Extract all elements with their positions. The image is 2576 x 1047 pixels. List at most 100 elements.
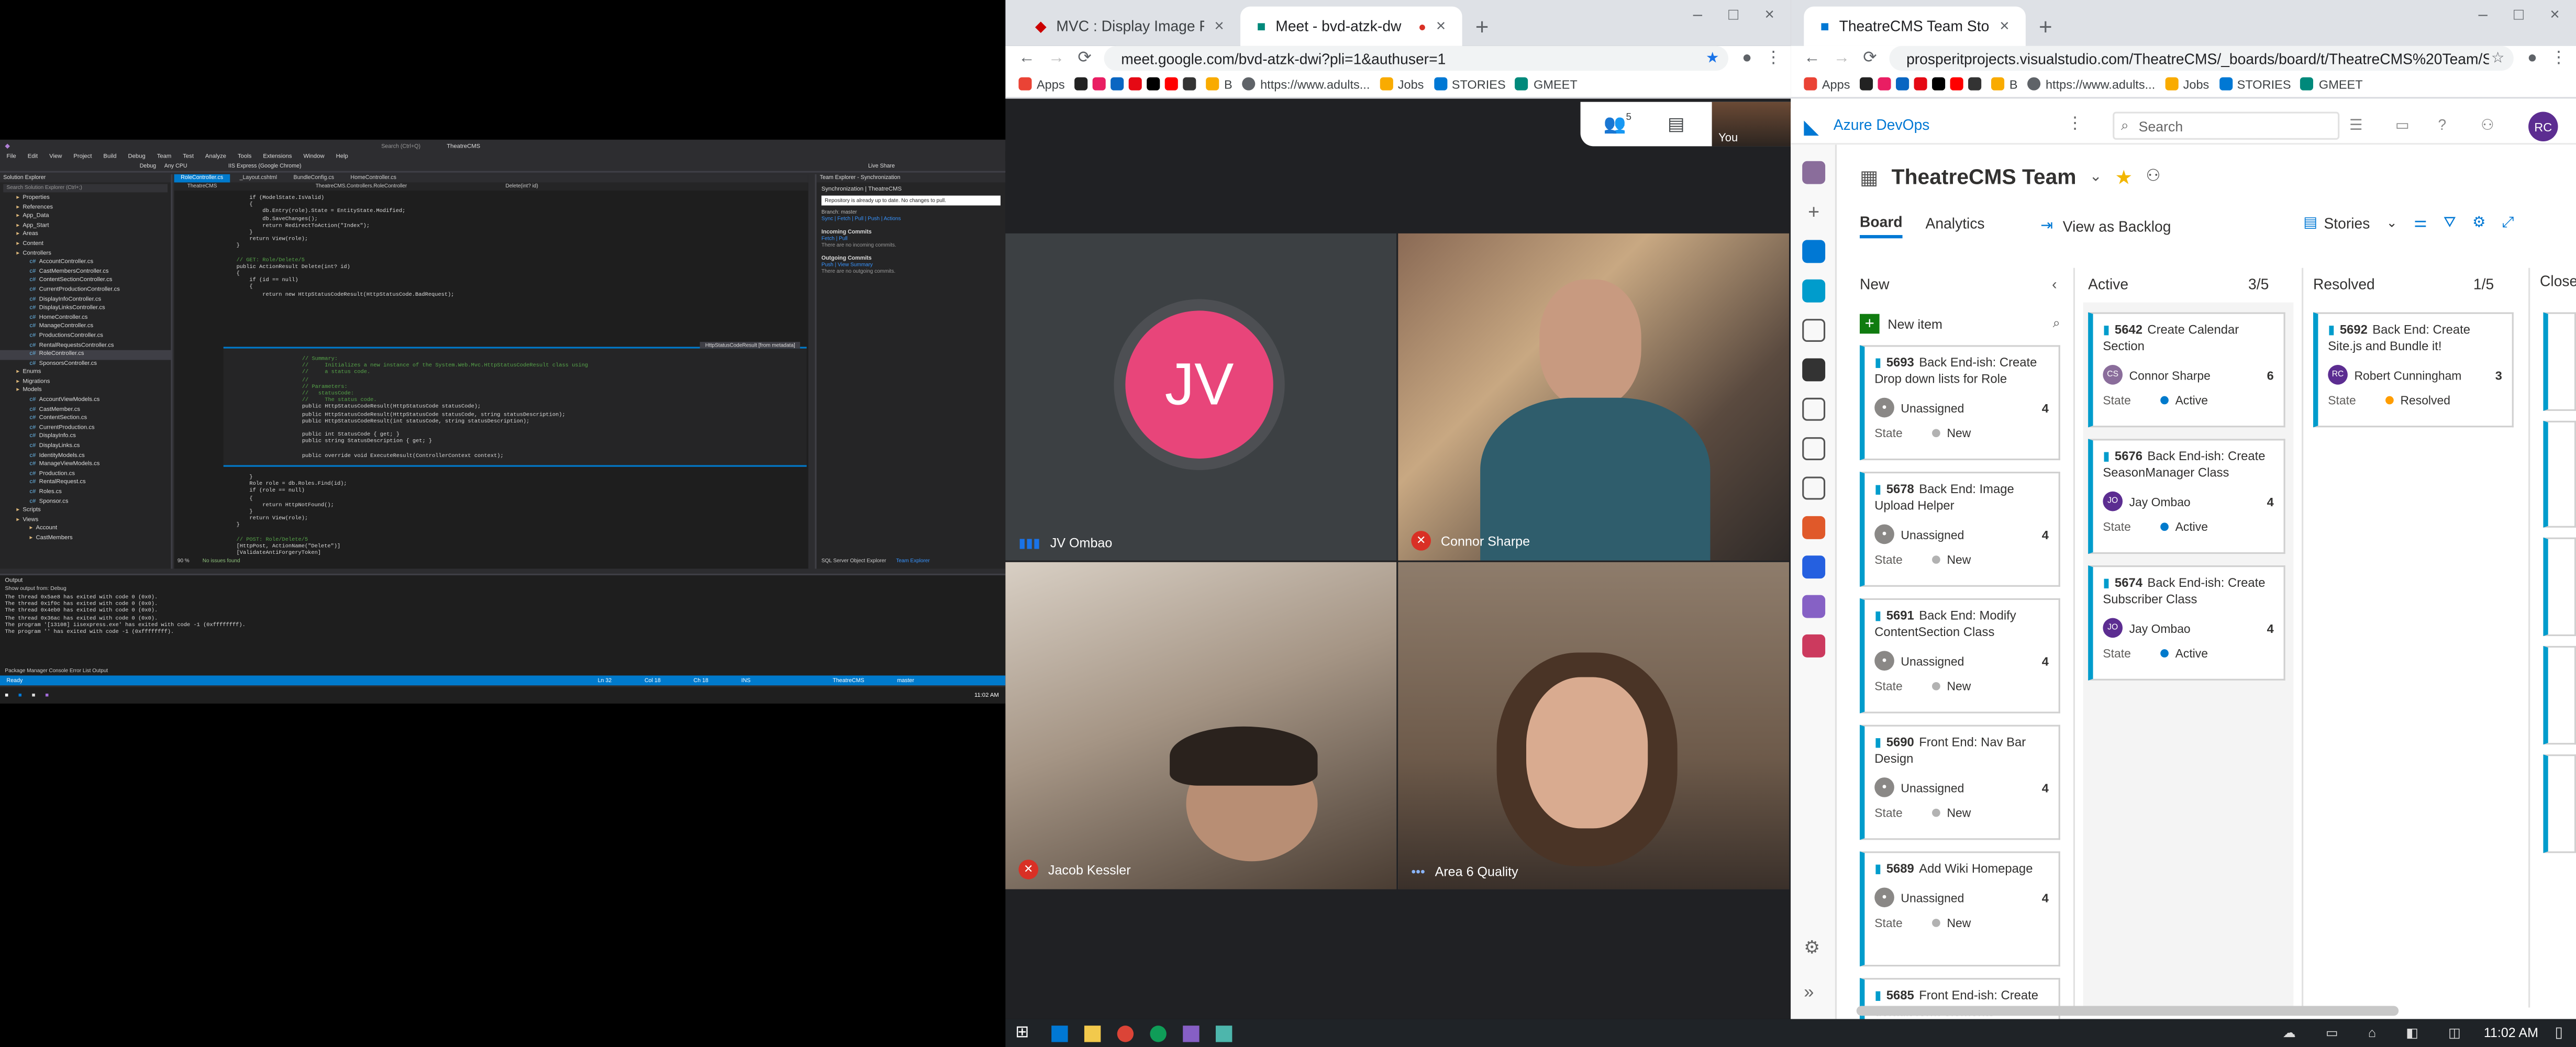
card-assignee[interactable]: ● Unassigned [1874,651,2049,671]
tree-item[interactable]: c# Roles.cs [0,488,171,497]
menu-item[interactable]: Project [73,153,92,160]
self-view[interactable]: You [1712,102,1791,147]
star-icon[interactable]: ☆ [2491,49,2504,68]
chrome-icon[interactable] [1150,1024,1168,1041]
work-item-card[interactable] [2543,312,2576,411]
filter-icon[interactable]: ⛛ [2444,214,2456,232]
settings-gear-icon[interactable]: ⚙ [1804,937,1820,959]
menu-item[interactable]: Edit [28,153,38,160]
maximize-icon[interactable]: □ [1728,7,1738,25]
taskbar-app-icon[interactable]: ■ [18,692,22,699]
work-item-card[interactable]: ▮ 5678 Back End: Image Upload Helper ● Unass… [1859,472,2060,587]
work-item-card[interactable] [2543,537,2576,637]
bookmark-b[interactable]: B [1206,76,1233,91]
tree-item[interactable]: ▸ Properties [0,194,171,203]
nav-project[interactable]: TheatreCMS [187,183,217,191]
visual-studio-icon[interactable] [1183,1024,1200,1041]
work-item-card[interactable]: ▮ 5676 Back End-ish: Create SeasonManager … [2088,439,2285,554]
card-title[interactable]: ▮ 5691 Back End: Modify ContentSection Cla… [1874,608,2049,641]
card-title[interactable]: ▮ 5676 Back End-ish: Create SeasonManager … [2103,449,2273,482]
tree-item[interactable]: c# ProductionsController.cs [0,332,171,341]
tree-item[interactable]: ▸ Controllers [0,249,171,259]
card-assignee[interactable]: ● Unassigned [1874,887,2049,908]
platform-select[interactable]: Any CPU [164,163,187,170]
work-item-card[interactable]: ▮ 5642 Create Calendar Section CS Connor Sha… [2088,312,2285,428]
tab-analytics[interactable]: Analytics [1926,215,1985,237]
tree-item[interactable]: c# CastMember.cs [0,405,171,415]
participant-tile[interactable]: ✕ Connor Sharpe [1398,233,1790,561]
status-branch[interactable]: master [897,677,914,684]
chevron-down-icon[interactable]: ⌄ [2386,215,2397,230]
menu-item[interactable]: Analyze [205,153,226,160]
tree-item[interactable]: ▸ App_Data [0,213,171,222]
card-title[interactable]: ▮ 5678 Back End: Image Upload Helper [1874,482,2049,515]
tree-item[interactable]: c# RoleController.cs [0,350,171,360]
work-item-card[interactable]: ▮ 5674 Back End-ish: Create Subscriber Cla… [2088,565,2285,681]
browser-tab-active[interactable]: ■ Meet - bvd-atzk-dwi ● × [1240,6,1462,46]
status-repo[interactable]: TheatreCMS [832,677,864,684]
card-title[interactable]: ▮ 5689 Add Wiki Homepage [1874,861,2049,877]
menu-item[interactable]: View [49,153,62,160]
profile-icon[interactable]: ● [2527,49,2537,68]
shopping-bag-icon[interactable]: ▭ [2395,117,2410,135]
add-item-icon[interactable]: + [1859,314,1880,334]
close-tab-icon[interactable]: × [1214,17,1224,36]
card-title[interactable]: ▮ 5674 Back End-ish: Create Subscriber Cla… [2103,575,2273,608]
bookmark-stories[interactable]: STORIES [2219,76,2291,91]
tree-item[interactable]: ▸ Areas [0,231,171,240]
tree-item[interactable]: c# DisplayLinks.cs [0,442,171,452]
tree-item[interactable]: ▸ CastMembers [0,534,171,543]
tree-item[interactable]: c# DisplayInfo.cs [0,433,171,442]
tree-item[interactable]: ▸ Enums [0,369,171,378]
new-item-button[interactable]: New item [1887,316,1942,331]
participant-tile[interactable]: ✕ Jacob Kessler [1005,562,1397,889]
work-item-card[interactable] [2543,754,2576,853]
reload-icon[interactable]: ⟳ [1078,49,1091,68]
help-icon[interactable]: ? [2438,117,2446,133]
bottom-tabs[interactable]: Package Manager Console Error List Outpu… [5,667,108,674]
tree-item[interactable]: ▸ References [0,203,171,213]
nav-member[interactable]: Delete(int? id) [506,183,538,191]
browser-tab[interactable]: ◆ MVC : Display Image From Byte × [1018,7,1240,46]
chrome-icon[interactable] [1117,1024,1135,1041]
tree-item[interactable]: c# ContentSectionController.cs [0,277,171,286]
tree-item[interactable]: c# DisplayLinksController.cs [0,304,171,314]
tree-item[interactable]: c# DisplayInfoController.cs [0,295,171,305]
card-assignee[interactable]: ● Unassigned [1874,524,2049,544]
view-as-backlog-link[interactable]: View as Backlog [2063,218,2171,234]
tree-item[interactable]: c# Sponsor.cs [0,497,171,507]
bookmark-jobs[interactable]: Jobs [2165,76,2209,91]
add-icon[interactable]: + [1802,201,1825,224]
tree-item[interactable]: c# RentalRequest.cs [0,479,171,488]
bookmark-stories[interactable]: STORIES [1434,76,1506,91]
menu-item[interactable]: Build [103,153,116,160]
close-tab-icon[interactable]: × [1436,17,1446,36]
tree-item[interactable]: c# AccountController.cs [0,258,171,268]
artifacts-icon[interactable] [1802,634,1826,658]
tree-item[interactable]: c# SponsorsController.cs [0,360,171,369]
backlogs-icon[interactable] [1802,397,1826,421]
chat-icon[interactable]: ▤ [1668,114,1685,135]
bookmark-apps[interactable]: Apps [1804,76,1850,91]
close-tab-icon[interactable]: × [2000,17,2009,36]
new-tab-button[interactable]: + [1462,13,1502,46]
search-icon[interactable]: ⌕ [2053,316,2060,332]
tree-item[interactable]: ▸ Scripts [0,507,171,516]
tree-item[interactable]: ▸ Content [0,240,171,249]
boards-icon[interactable] [1802,279,1826,303]
back-icon[interactable]: ← [1018,49,1035,68]
snipping-tool-icon[interactable] [1216,1024,1233,1041]
notifications-icon[interactable]: ▯ [2555,1024,2563,1042]
code-editor[interactable]: RoleController.cs _Layout.cshtml BundleCon… [174,174,808,569]
sync-actions[interactable]: Sync | Fetch | Pull | Push | Actions [821,215,1001,222]
favorite-star-icon[interactable]: ★ [2115,165,2133,188]
bookmark-icons[interactable] [1074,77,1196,91]
browser-tab-active[interactable]: ■ TheatreCMS Team Stories Board × [1804,6,2026,46]
overview-icon[interactable] [1802,240,1826,263]
tree-item[interactable]: c# CurrentProductionController.cs [0,286,171,295]
close-window-icon[interactable]: × [1764,7,1774,25]
clock[interactable]: 11:02 AM [2484,1026,2538,1040]
card-assignee[interactable]: JO Jay Ombao [2103,618,2273,638]
bookmark-b[interactable]: B [1991,76,2018,91]
collapse-chevron-icon[interactable]: ‹ [2052,276,2057,292]
